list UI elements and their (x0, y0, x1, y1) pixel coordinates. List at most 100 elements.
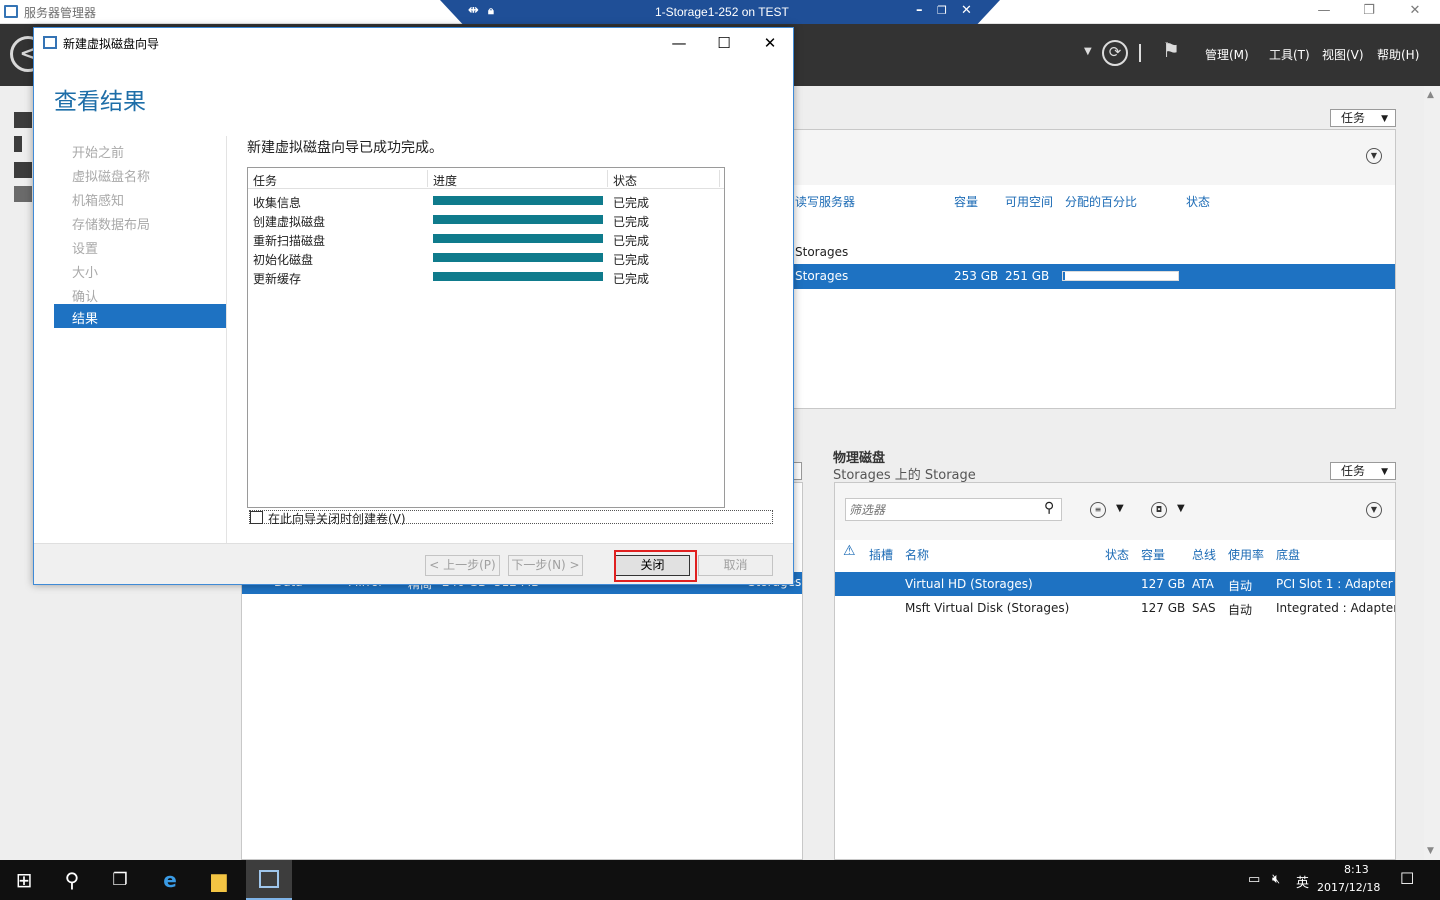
chevron-down-icon[interactable]: ▼ (1116, 503, 1124, 514)
all-servers-icon[interactable] (14, 162, 32, 178)
ime-indicator[interactable]: 英 (1296, 872, 1309, 891)
create-volume-checkbox-row[interactable]: 在此向导关闭时创建卷(V) (249, 510, 773, 527)
allocation-bar (1062, 271, 1179, 281)
clock-time[interactable]: 8:13 (1344, 863, 1369, 876)
menu-view[interactable]: 视图(V) (1322, 46, 1364, 63)
disk-bus: SAS (1192, 601, 1216, 615)
server-manager-app-icon (4, 5, 18, 18)
task-name: 创建虚拟磁盘 (253, 215, 326, 229)
cancel-button[interactable]: 取消 (698, 555, 773, 576)
chevron-down-icon: ▼ (1381, 114, 1388, 124)
col-free-space[interactable]: 可用空间 (1005, 193, 1053, 210)
col-allocated-percent[interactable]: 分配的百分比 (1065, 193, 1137, 210)
create-volume-checkbox[interactable] (250, 511, 263, 524)
col-capacity[interactable]: 容量 (954, 193, 978, 210)
network-icon[interactable]: ▭ (1248, 872, 1260, 887)
progress-bar (433, 253, 603, 262)
table-row: 创建虚拟磁盘 已完成 (248, 210, 724, 229)
step-storage-layout: 存储数据布局 (72, 218, 151, 233)
col-status[interactable]: 状态 (1186, 193, 1210, 210)
vertical-scrollbar[interactable] (1424, 86, 1440, 860)
warning-sort-icon[interactable]: ⚠ (843, 543, 856, 559)
table-row: 初始化磁盘 已完成 (248, 248, 724, 267)
task-status: 已完成 (613, 196, 650, 210)
notification-flag-icon[interactable]: ⚑ (1162, 38, 1180, 62)
col-capacity[interactable]: 容量 (1141, 546, 1165, 563)
col-task[interactable]: 任务 (253, 172, 277, 189)
col-status[interactable]: 状态 (1105, 546, 1129, 563)
windows-start-icon[interactable]: ⊞ (12, 868, 36, 892)
col-progress[interactable]: 进度 (433, 172, 457, 189)
physical-disks-subtitle: Storages 上的 Storage (833, 468, 976, 483)
menu-tools[interactable]: 工具(T) (1269, 46, 1310, 63)
previous-button[interactable]: < 上一步(P) (425, 555, 500, 576)
volume-muted-icon[interactable]: 🔇︎ (1272, 872, 1280, 887)
file-storage-icon[interactable] (14, 186, 32, 202)
local-server-icon[interactable] (14, 136, 22, 152)
search-icon[interactable]: ⚲ (60, 868, 84, 892)
file-explorer-icon[interactable]: ▆ (207, 868, 231, 892)
task-list-header: 任务 进度 状态 (248, 168, 724, 189)
progress-bar-fill (433, 196, 603, 205)
header-separator (1139, 44, 1141, 62)
create-volume-label[interactable]: 在此向导关闭时创建卷(V) (268, 510, 406, 527)
col-status[interactable]: 状态 (613, 172, 637, 189)
table-row[interactable]: Storages 253 GB 251 GB (793, 264, 1395, 289)
collapse-icon[interactable]: ▼ (1366, 148, 1382, 164)
col-bus[interactable]: 总线 (1192, 546, 1216, 563)
refresh-icon[interactable]: ⟳ (1102, 40, 1128, 66)
progress-bar-fill (433, 234, 603, 243)
step-results: 结果 (54, 304, 226, 328)
col-chassis[interactable]: 底盘 (1276, 546, 1300, 563)
rdp-restore-icon[interactable]: ❐ (937, 4, 947, 17)
scroll-up-icon[interactable]: ▲ (1427, 90, 1434, 100)
table-row[interactable]: Msft Virtual Disk (Storages) 127 GB SAS … (835, 596, 1395, 620)
table-row: 收集信息 已完成 (248, 191, 724, 210)
table-row[interactable]: Virtual HD (Storages) 127 GB ATA 自动 PCI … (835, 572, 1395, 596)
save-query-icon[interactable]: ◘ (1151, 502, 1167, 518)
col-read-write-server[interactable]: 读写服务器 (795, 193, 855, 210)
pool-name: Storages (795, 269, 849, 283)
col-name[interactable]: 名称 (905, 546, 929, 563)
col-usage[interactable]: 使用率 (1228, 546, 1264, 563)
table-row: 更新缓存 已完成 (248, 267, 724, 286)
step-before-you-begin: 开始之前 (72, 146, 125, 161)
task-view-icon[interactable]: ❐ (108, 868, 132, 892)
search-icon[interactable]: ⚲ (1044, 500, 1054, 516)
notifications-icon[interactable]: ☐ (1400, 869, 1414, 888)
disk-name: Msft Virtual Disk (Storages) (905, 601, 1070, 615)
dialog-maximize-icon[interactable]: ☐ (709, 32, 739, 54)
dialog-close-icon[interactable]: ✕ (755, 32, 785, 54)
dialog-minimize-icon[interactable]: — (664, 32, 694, 54)
taskbar: ⊞ ⚲ ❐ e ▆ ▭ 🔇︎ 英 8:13 2017/12/18 ☐ (0, 860, 1440, 900)
filter-box[interactable]: ⚲ (845, 498, 1062, 521)
scroll-down-icon[interactable]: ▼ (1427, 846, 1434, 856)
step-provisioning: 设置 (72, 242, 99, 257)
dashboard-icon[interactable] (14, 112, 32, 128)
col-slot[interactable]: 插槽 (869, 546, 893, 563)
physical-disks-panel: ⚲ ≡ ▼ ◘ ▼ ▼ ⚠ 插槽 名称 状态 容量 总线 使用率 底盘 Virt… (834, 482, 1396, 860)
lock-icon: 🔒︎ (488, 4, 494, 17)
menu-help[interactable]: 帮助(H) (1377, 46, 1419, 63)
tasks-dropdown-physical[interactable]: 任务 ▼ (1330, 462, 1396, 480)
filter-input[interactable] (849, 501, 1039, 518)
chevron-down-icon[interactable]: ▼ (1084, 46, 1092, 57)
minimize-icon[interactable]: — (1314, 2, 1334, 20)
server-manager-taskbar-button[interactable] (246, 860, 292, 900)
pin-icon[interactable]: ⇹ (468, 3, 479, 18)
chevron-down-icon: ▼ (1381, 467, 1388, 477)
tasks-dropdown-top[interactable]: 任务 ▼ (1330, 109, 1396, 127)
internet-explorer-icon[interactable]: e (158, 868, 182, 892)
nav-divider (226, 136, 227, 546)
collapse-icon[interactable]: ▼ (1366, 502, 1382, 518)
next-button[interactable]: 下一步(N) > (508, 555, 583, 576)
restore-icon[interactable]: ❐ (1359, 2, 1379, 20)
step-results-label: 结果 (72, 312, 99, 327)
chevron-down-icon[interactable]: ▼ (1177, 503, 1185, 514)
clock-date[interactable]: 2017/12/18 (1317, 881, 1380, 894)
list-options-icon[interactable]: ≡ (1090, 502, 1106, 518)
menu-manage[interactable]: 管理(M) (1205, 46, 1249, 63)
rdp-minimize-icon[interactable]: – (916, 3, 923, 18)
rdp-close-icon[interactable]: ✕ (961, 3, 972, 18)
close-icon[interactable]: ✕ (1405, 2, 1425, 20)
